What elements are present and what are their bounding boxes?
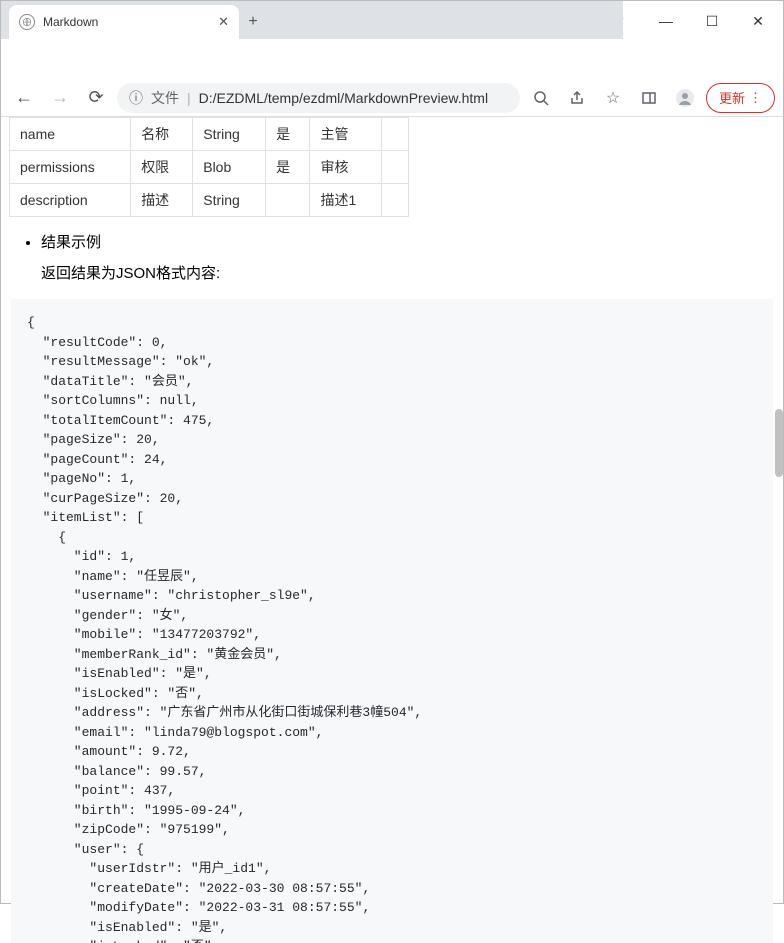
table-row: name名称String是主管 (10, 118, 409, 151)
json-code-block: { "resultCode": 0, "resultMessage": "ok"… (11, 299, 773, 943)
section-heading: 结果示例 (41, 231, 783, 252)
tab-title: Markdown (43, 15, 210, 29)
profile-icon[interactable] (670, 83, 700, 113)
scrollbar-thumb[interactable] (775, 409, 783, 477)
address-bar[interactable]: ⓘ 文件 | D:/EZDML/temp/ezdml/MarkdownPrevi… (117, 83, 520, 113)
maximize-button[interactable]: ☐ (689, 1, 735, 41)
minimize-button[interactable]: — (643, 1, 689, 41)
browser-toolbar: ← → ⟳ ⓘ 文件 | D:/EZDML/temp/ezdml/Markdow… (1, 79, 783, 117)
new-tab-button[interactable]: + (239, 5, 267, 39)
back-button[interactable]: ← (9, 83, 39, 113)
side-panel-icon[interactable] (634, 83, 664, 113)
page-content: name名称String是主管permissions权限Blob是审核descr… (1, 117, 783, 943)
share-icon[interactable] (562, 83, 592, 113)
update-button[interactable]: 更新 ⋮ (706, 83, 775, 113)
star-icon[interactable]: ☆ (598, 83, 628, 113)
table-row: description描述String描述1 (10, 184, 409, 217)
reload-button[interactable]: ⟳ (81, 83, 111, 113)
address-scheme: 文件 (151, 88, 179, 108)
params-table: name名称String是主管permissions权限Blob是审核descr… (9, 117, 409, 217)
info-icon[interactable]: ⓘ (129, 88, 143, 108)
zoom-icon[interactable] (526, 83, 556, 113)
globe-icon (19, 14, 35, 30)
address-path: D:/EZDML/temp/ezdml/MarkdownPreview.html (199, 90, 488, 106)
table-row: permissions权限Blob是审核 (10, 151, 409, 184)
close-icon[interactable]: ✕ (218, 14, 229, 30)
tab-strip: Markdown ✕ + (1, 1, 623, 39)
browser-tab[interactable]: Markdown ✕ (9, 5, 239, 39)
forward-button: → (45, 83, 75, 113)
menu-icon: ⋮ (749, 90, 762, 106)
section-description: 返回结果为JSON格式内容: (41, 262, 783, 283)
close-button[interactable]: ✕ (735, 1, 781, 41)
